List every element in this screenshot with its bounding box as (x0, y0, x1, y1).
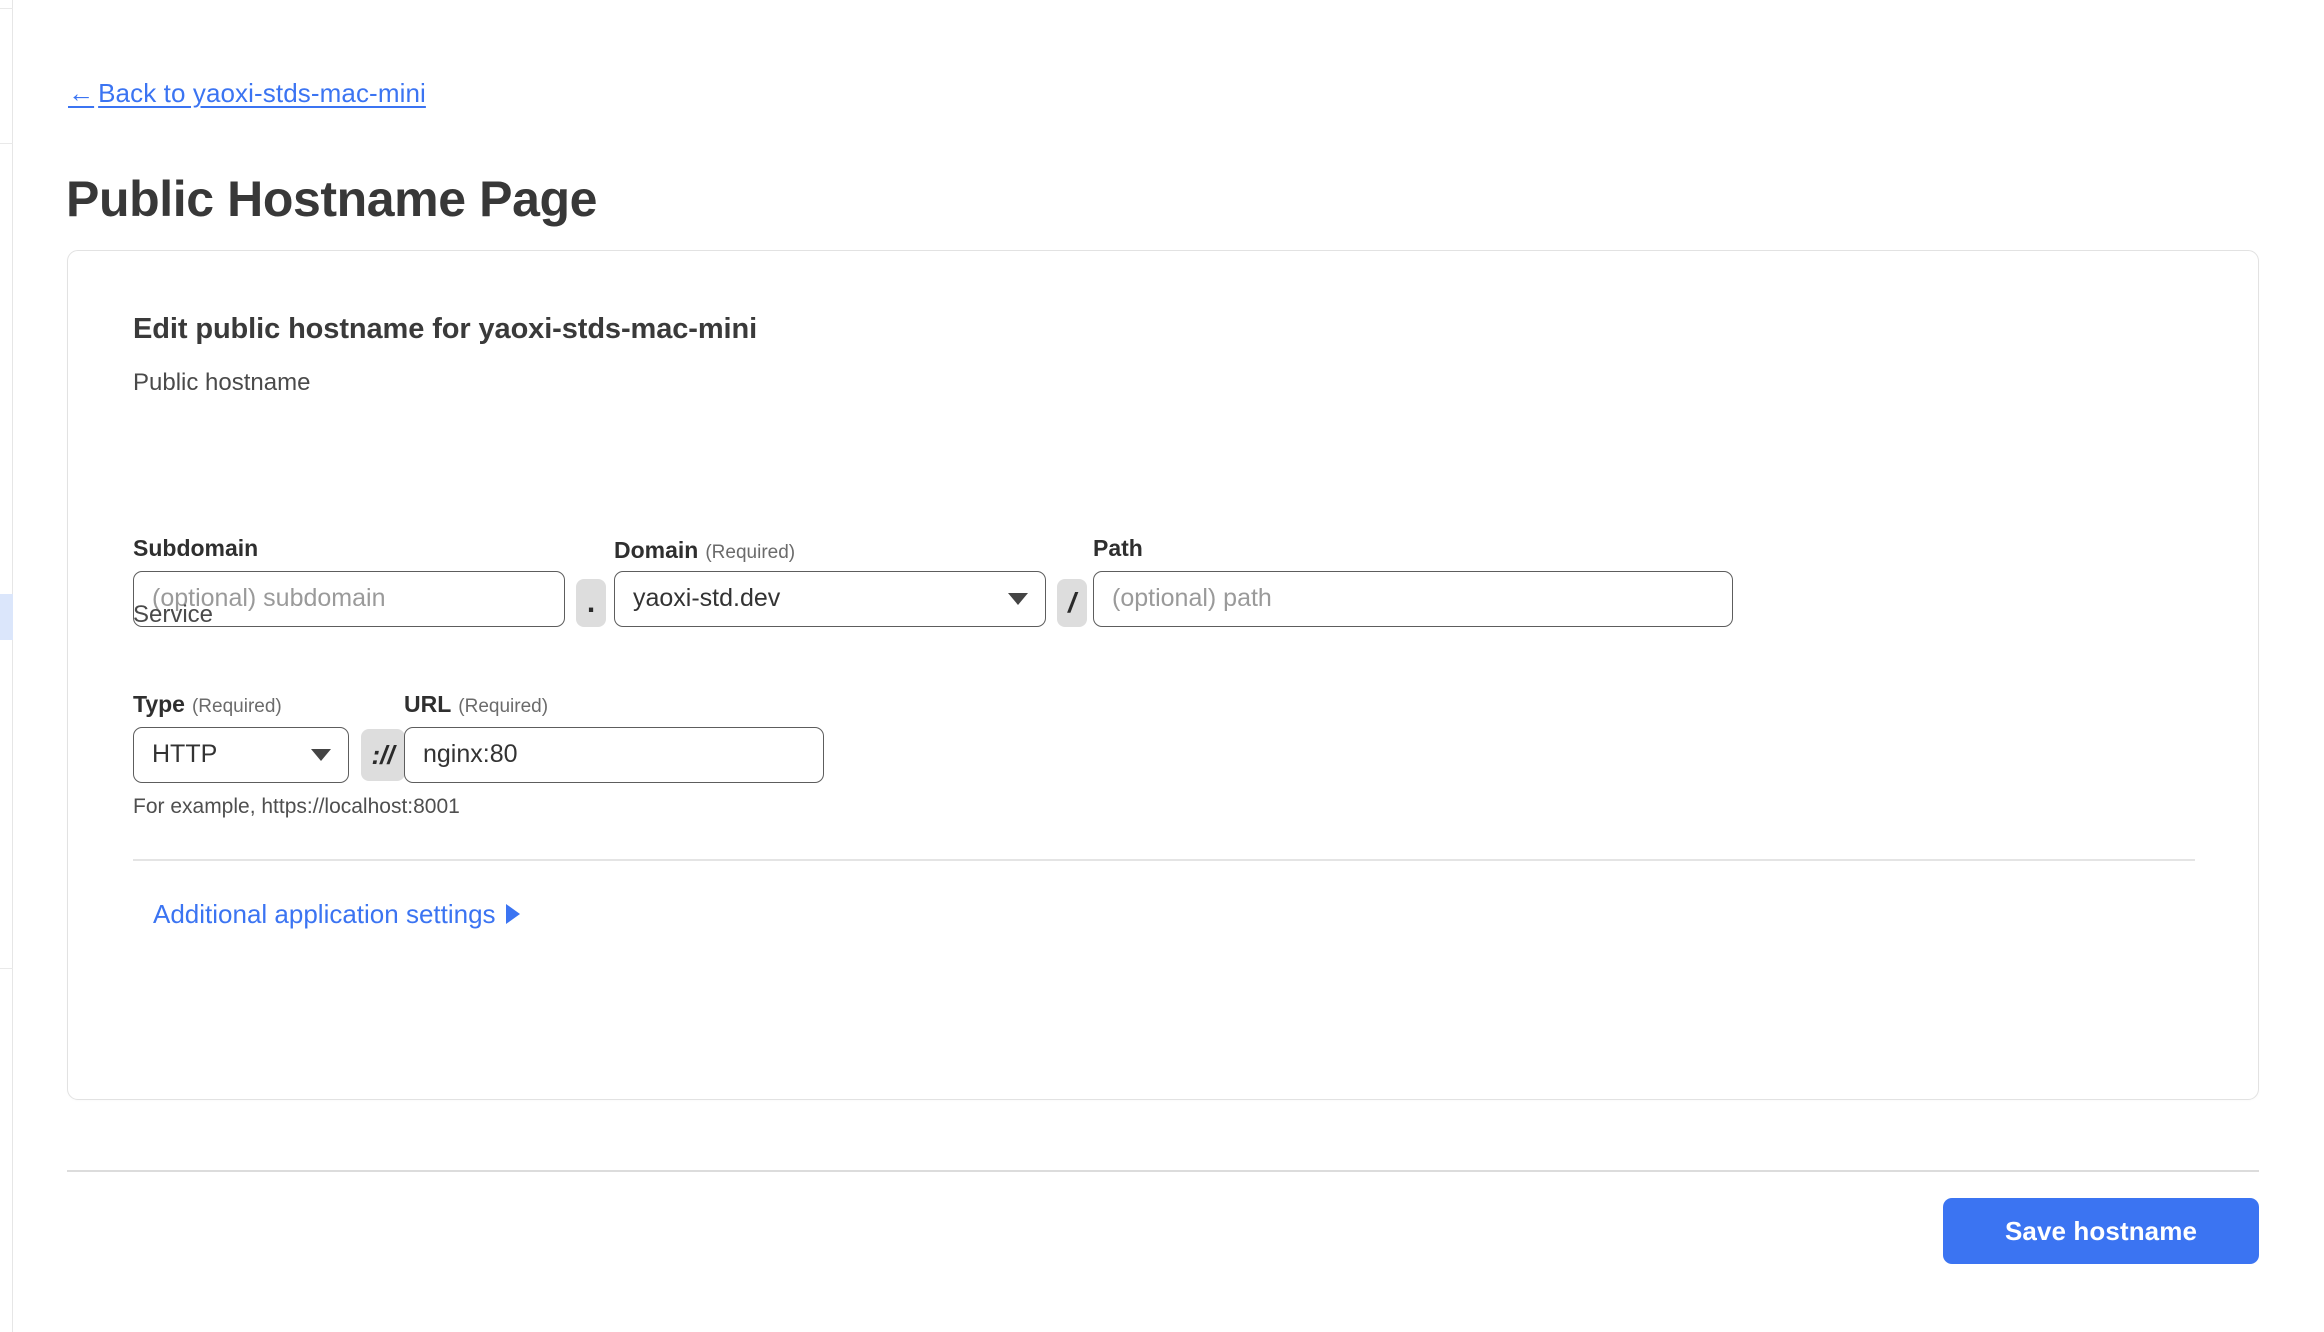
slash-separator: / (1057, 579, 1087, 627)
sidebar-active-item-indicator (0, 594, 13, 640)
path-label: Path (1093, 535, 1143, 562)
back-link-label: Back to yaoxi-stds-mac-mini (98, 78, 426, 108)
type-select-value: HTTP (152, 740, 218, 768)
sidebar-divider-2 (0, 143, 13, 144)
sidebar-divider-1 (0, 8, 13, 9)
public-hostname-section-label: Public hostname (133, 369, 311, 396)
url-required-note: (Required) (458, 696, 549, 717)
sidebar-divider-3 (0, 968, 13, 969)
domain-required-note: (Required) (705, 542, 796, 563)
page-content: ← Back to yaoxi-stds-mac-mini Public Host… (14, 0, 2324, 1332)
card-title: Edit public hostname for yaoxi-stds-mac-… (133, 313, 758, 345)
service-section-label: Service (133, 601, 214, 628)
protocol-separator: :// (361, 729, 405, 781)
subdomain-label-text: Subdomain (133, 535, 259, 561)
chevron-right-icon (505, 904, 520, 924)
domain-select-value: yaoxi-std.dev (633, 584, 781, 612)
back-link[interactable]: ← Back to yaoxi-stds-mac-mini (68, 78, 426, 109)
type-label: Type (Required) (133, 691, 282, 718)
left-arrow-icon: ← (68, 78, 95, 108)
footer-divider (67, 1170, 2259, 1172)
save-hostname-button[interactable]: Save hostname (1943, 1198, 2259, 1264)
edit-hostname-card: Edit public hostname for yaoxi-stds-mac-… (67, 250, 2259, 1100)
url-label: URL (Required) (404, 691, 548, 718)
collapsed-sidebar-sliver (0, 0, 13, 1332)
path-input[interactable]: (optional) path (1093, 571, 1733, 627)
page-title: Public Hostname Page (66, 170, 598, 227)
type-label-text: Type (133, 691, 185, 717)
url-helper-text: For example, https://localhost:8001 (133, 795, 460, 818)
url-label-text: URL (404, 691, 452, 717)
type-select[interactable]: HTTP (133, 727, 349, 783)
subdomain-label: Subdomain (133, 535, 258, 562)
type-required-note: (Required) (191, 696, 282, 717)
domain-label: Domain (Required) (614, 537, 795, 564)
chevron-down-icon (311, 749, 331, 761)
domain-select[interactable]: yaoxi-std.dev (614, 571, 1046, 627)
dot-separator: . (576, 579, 606, 627)
url-input[interactable]: nginx:80 (404, 727, 824, 783)
domain-label-text: Domain (614, 537, 699, 563)
path-label-text: Path (1093, 535, 1143, 561)
additional-application-settings-toggle[interactable]: Additional application settings (153, 899, 520, 930)
card-inner-divider (133, 859, 2195, 861)
chevron-down-icon (1008, 593, 1028, 605)
additional-settings-label: Additional application settings (153, 899, 496, 929)
